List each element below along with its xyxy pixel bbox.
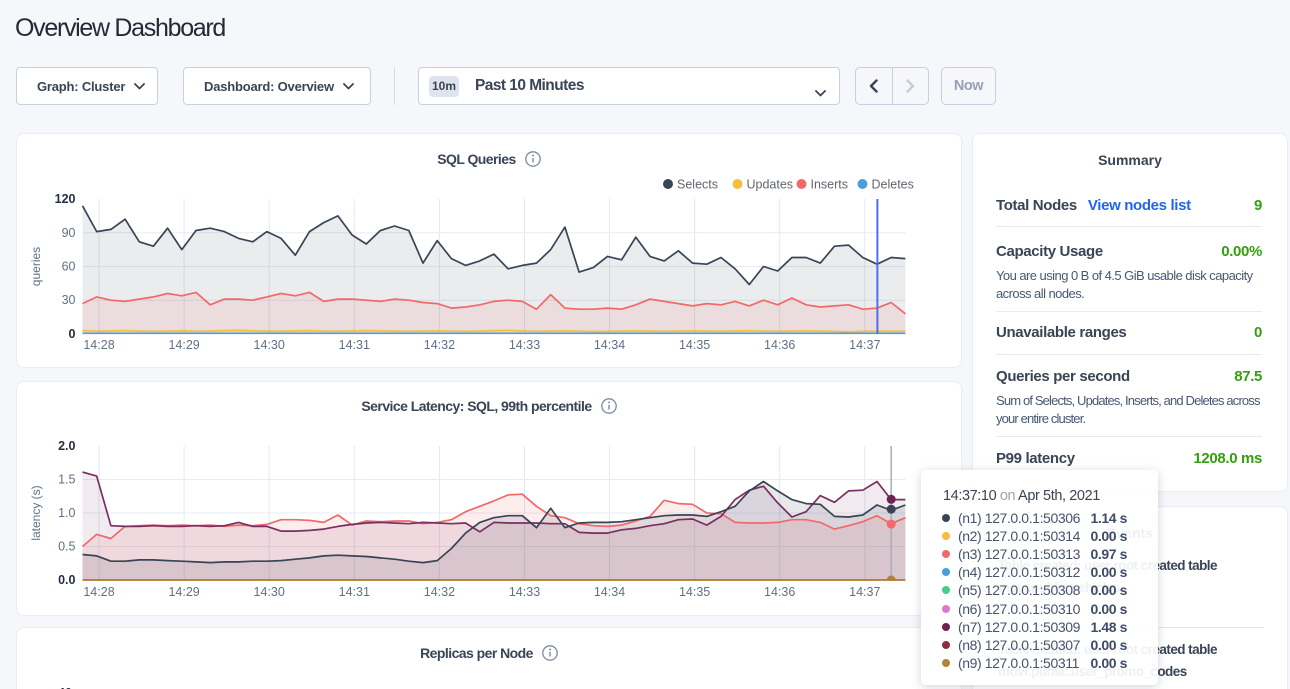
svg-text:queries: queries xyxy=(29,247,43,286)
svg-text:14:32: 14:32 xyxy=(424,585,455,599)
svg-text:14:32: 14:32 xyxy=(424,338,455,352)
svg-text:1.0: 1.0 xyxy=(58,506,75,520)
svg-text:14:33: 14:33 xyxy=(509,585,540,599)
svg-text:14:33: 14:33 xyxy=(509,338,540,352)
svg-text:14:37: 14:37 xyxy=(849,338,880,352)
svg-text:Selects: Selects xyxy=(677,178,718,192)
svg-text:14:29: 14:29 xyxy=(168,585,199,599)
svg-text:14:35: 14:35 xyxy=(679,338,710,352)
svg-text:14:31: 14:31 xyxy=(339,338,370,352)
svg-text:14:36: 14:36 xyxy=(764,585,795,599)
svg-text:14:34: 14:34 xyxy=(594,338,625,352)
svg-text:14:36: 14:36 xyxy=(764,338,795,352)
svg-text:Inserts: Inserts xyxy=(811,178,849,192)
svg-text:14:29: 14:29 xyxy=(168,338,199,352)
svg-text:0.0: 0.0 xyxy=(58,573,75,587)
svg-text:14:28: 14:28 xyxy=(83,585,114,599)
svg-text:2.0: 2.0 xyxy=(58,439,75,453)
svg-text:30: 30 xyxy=(62,293,76,307)
svg-text:60: 60 xyxy=(62,260,76,274)
svg-text:14:28: 14:28 xyxy=(83,338,114,352)
svg-text:14:30: 14:30 xyxy=(254,338,285,352)
svg-text:Updates: Updates xyxy=(747,178,794,192)
svg-text:Deletes: Deletes xyxy=(872,178,914,192)
svg-text:120: 120 xyxy=(55,192,76,206)
svg-text:14:31: 14:31 xyxy=(339,585,370,599)
svg-text:latency (s): latency (s) xyxy=(29,485,43,540)
svg-text:14:35: 14:35 xyxy=(679,585,710,599)
svg-text:14:30: 14:30 xyxy=(254,585,285,599)
svg-text:0: 0 xyxy=(69,327,76,341)
svg-text:1.5: 1.5 xyxy=(58,473,75,487)
svg-text:14:37: 14:37 xyxy=(849,585,880,599)
svg-text:14:34: 14:34 xyxy=(594,585,625,599)
svg-text:90: 90 xyxy=(62,226,76,240)
svg-text:0.5: 0.5 xyxy=(58,540,75,554)
